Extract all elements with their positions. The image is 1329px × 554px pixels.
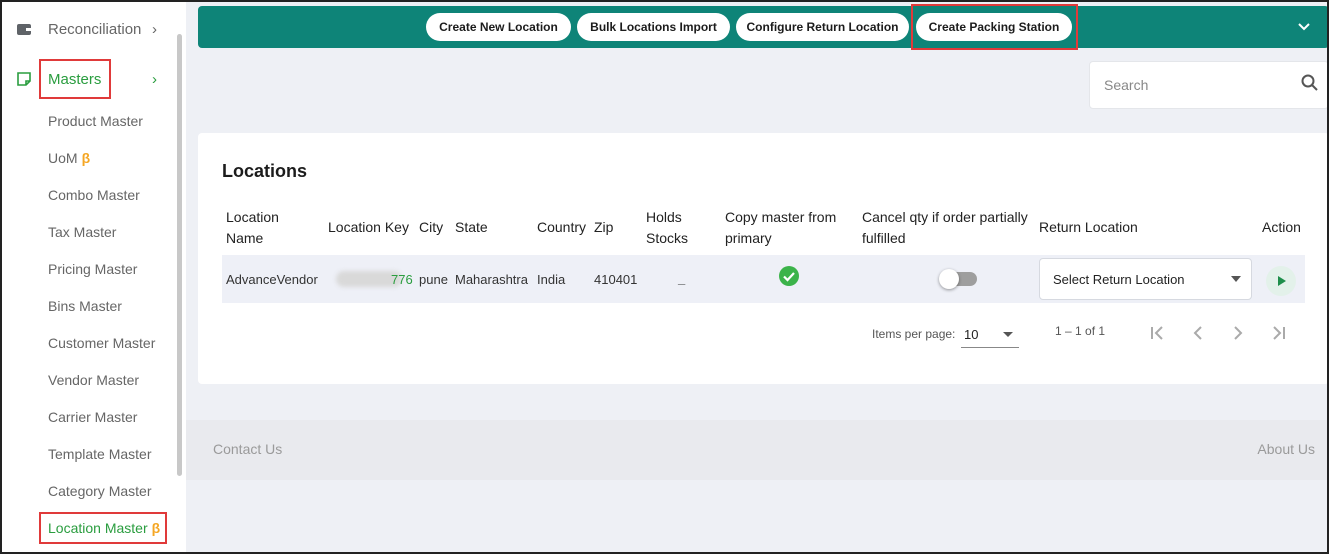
highlight-box-location-master — [39, 512, 167, 544]
chevron-down-icon — [1003, 332, 1013, 337]
sidebar-item-label: Tax Master — [48, 224, 117, 240]
action-play-button[interactable] — [1266, 266, 1296, 296]
header-state: State — [455, 219, 488, 235]
header-location-name: Location Name — [226, 207, 279, 249]
header-country: Country — [537, 219, 587, 235]
create-new-location-button[interactable]: Create New Location — [426, 13, 571, 41]
sidebar-item-label: Bins Master — [48, 298, 122, 314]
header-line: Holds — [646, 209, 682, 225]
chevron-down-icon[interactable] — [1297, 19, 1311, 35]
wallet-icon — [17, 24, 31, 35]
header-line: Name — [226, 230, 264, 246]
highlight-box-masters — [39, 59, 111, 99]
sidebar-scrollbar[interactable] — [177, 34, 182, 476]
first-page-icon[interactable] — [1146, 321, 1170, 345]
cell-country: India — [537, 272, 566, 287]
card-title: Locations — [222, 161, 308, 181]
sidebar-item-template-master[interactable]: Template Master — [48, 445, 151, 463]
sidebar-item-label: Pricing Master — [48, 261, 138, 277]
sidebar-item-label: Vendor Master — [48, 372, 140, 388]
header-action: Action — [1262, 219, 1301, 235]
sidebar-item-label: Category Master — [48, 483, 152, 499]
sidebar-item-combo-master[interactable]: Combo Master — [48, 186, 140, 204]
chevron-down-icon — [1231, 276, 1241, 282]
cell-location-key: 776 — [391, 272, 413, 287]
sidebar-item-category-master[interactable]: Category Master — [48, 482, 151, 500]
bulk-locations-import-button[interactable]: Bulk Locations Import — [577, 13, 730, 41]
sidebar-item-reconciliation[interactable]: Reconciliation › — [16, 18, 157, 40]
main-content: Create New Location Bulk Locations Impor… — [186, 0, 1329, 554]
chevron-right-icon: › — [152, 20, 157, 38]
last-page-icon[interactable] — [1266, 321, 1290, 345]
header-line: Location — [226, 209, 279, 225]
search-icon[interactable] — [1300, 73, 1320, 93]
cell-holds-stocks: _ — [678, 271, 686, 286]
sidebar-item-label: UoM — [48, 150, 78, 166]
sidebar-item-vendor-master[interactable]: Vendor Master — [48, 371, 139, 389]
cell-location-name: AdvanceVendor — [226, 272, 318, 287]
sidebar-item-uom[interactable]: UoM β — [48, 149, 90, 167]
previous-page-icon[interactable] — [1186, 321, 1210, 345]
header-location-key: Location Key — [328, 219, 409, 235]
cell-city: pune — [419, 272, 448, 287]
footer: Contact Us About Us — [186, 420, 1329, 480]
cell-zip: 410401 — [594, 272, 638, 287]
header-city: City — [419, 219, 444, 235]
sidebar: Reconciliation › Masters › Product Maste… — [0, 0, 186, 554]
search-input[interactable] — [1104, 77, 1284, 93]
highlight-box-packing-station — [911, 4, 1078, 50]
beta-badge: β — [81, 150, 91, 166]
header-line: fulfilled — [862, 230, 906, 246]
sidebar-item-product-master[interactable]: Product Master — [48, 112, 143, 130]
sidebar-item-carrier-master[interactable]: Carrier Master — [48, 408, 137, 426]
sidebar-item-label: Combo Master — [48, 187, 140, 203]
chevron-right-icon: › — [152, 70, 157, 88]
return-location-select[interactable]: Select Return Location — [1039, 258, 1252, 300]
configure-return-location-button[interactable]: Configure Return Location — [736, 13, 909, 41]
sidebar-item-tax-master[interactable]: Tax Master — [48, 223, 116, 241]
locations-card: Locations Location Name Location Key Cit… — [198, 133, 1329, 384]
contact-us-link[interactable]: Contact Us — [213, 441, 282, 457]
header-cancel-qty: Cancel qty if order partially fulfilled — [862, 207, 1028, 249]
header-line: Copy master from — [725, 209, 837, 225]
sidebar-item-label: Product Master — [48, 113, 143, 129]
header-line: Cancel qty if order partially — [862, 209, 1028, 225]
sidebar-item-bins-master[interactable]: Bins Master — [48, 297, 122, 315]
return-location-placeholder: Select Return Location — [1053, 272, 1185, 287]
toggle-knob — [939, 269, 959, 289]
cell-state: Maharashtra — [455, 272, 528, 287]
next-page-icon[interactable] — [1226, 321, 1250, 345]
header-line: primary — [725, 230, 772, 246]
items-per-page-select[interactable]: 10 — [961, 320, 1019, 348]
header-holds-stocks: Holds Stocks — [646, 207, 688, 249]
header-return-location: Return Location — [1039, 219, 1138, 235]
sidebar-item-pricing-master[interactable]: Pricing Master — [48, 260, 137, 278]
sidebar-item-label: Customer Master — [48, 335, 156, 351]
sidebar-item-label: Template Master — [48, 446, 152, 462]
sidebar-item-label: Carrier Master — [48, 409, 138, 425]
sidebar-item-label: Reconciliation — [48, 20, 142, 38]
play-icon — [1278, 276, 1286, 286]
about-us-link[interactable]: About Us — [1257, 441, 1315, 457]
items-per-page-label: Items per page: — [872, 327, 956, 341]
check-circle-icon — [779, 266, 799, 286]
pagination-range: 1 – 1 of 1 — [1055, 324, 1106, 338]
header-zip: Zip — [594, 219, 614, 235]
sidebar-item-customer-master[interactable]: Customer Master — [48, 334, 155, 352]
header-copy-master: Copy master from primary — [725, 207, 836, 249]
toolbar: Create New Location Bulk Locations Impor… — [198, 6, 1329, 48]
note-icon — [17, 72, 31, 86]
header-line: Stocks — [646, 230, 689, 246]
search-box — [1089, 61, 1329, 109]
items-per-page-value: 10 — [964, 327, 979, 342]
cancel-qty-toggle[interactable] — [939, 269, 977, 289]
